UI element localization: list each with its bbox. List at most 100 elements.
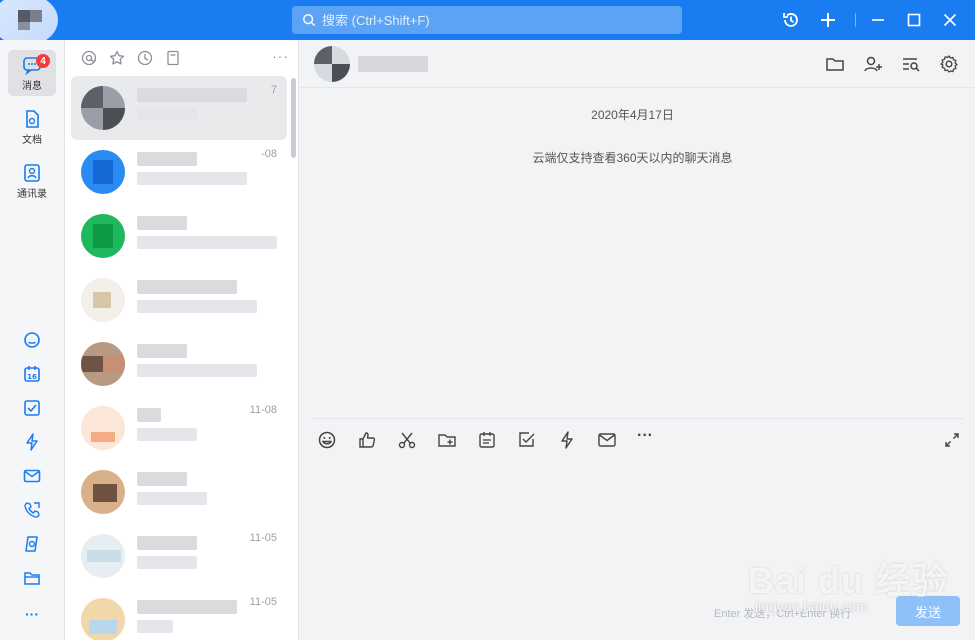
- mail-icon[interactable]: [22, 466, 42, 486]
- message-preview-redacted: [137, 300, 257, 313]
- contact-name-redacted: [137, 344, 187, 358]
- notepad-icon[interactable]: [477, 430, 497, 450]
- mail-icon[interactable]: [597, 430, 617, 450]
- contact-avatar: [81, 342, 125, 386]
- message-time: 11-08: [249, 404, 277, 416]
- search-input[interactable]: [322, 12, 652, 28]
- message-preview-redacted: [137, 492, 207, 505]
- bookmark-icon[interactable]: [165, 50, 181, 66]
- contact-avatar: [81, 150, 125, 194]
- search-box[interactable]: [292, 6, 682, 34]
- expand-icon[interactable]: [944, 432, 960, 448]
- more-icon[interactable]: ···: [637, 427, 657, 447]
- contact-name-redacted: [137, 280, 237, 294]
- list-item[interactable]: 11-05: [71, 524, 287, 588]
- chat-title-redacted: [358, 56, 428, 72]
- contact-name-redacted: [137, 600, 237, 614]
- list-toolbar: ···: [65, 40, 299, 76]
- compose-divider: [312, 418, 963, 419]
- more-icon[interactable]: ···: [22, 604, 42, 624]
- list-item[interactable]: 7: [71, 76, 287, 140]
- message-preview-redacted: [137, 236, 277, 249]
- contact-name-redacted: [137, 408, 161, 422]
- folder-add-icon[interactable]: [437, 430, 457, 450]
- chat-avatar[interactable]: [314, 46, 350, 82]
- rail-item-label: 消息: [22, 80, 42, 92]
- folder-icon[interactable]: [22, 568, 42, 588]
- lightning-icon[interactable]: [557, 430, 577, 450]
- list-item[interactable]: [71, 332, 287, 396]
- baidu-watermark-url: jingyan.baidu.com: [755, 598, 868, 614]
- message-time: -08: [261, 148, 277, 160]
- list-item[interactable]: [71, 268, 287, 332]
- clock-icon[interactable]: [137, 50, 153, 66]
- list-item[interactable]: [71, 204, 287, 268]
- toolbar-separator: [855, 13, 856, 27]
- list-item[interactable]: [71, 460, 287, 524]
- list-scrollbar[interactable]: [291, 78, 296, 158]
- phone-call-icon[interactable]: [22, 500, 42, 520]
- contact-avatar: [81, 598, 125, 640]
- message-preview-redacted: [137, 172, 247, 185]
- message-time: 11-05: [249, 596, 277, 608]
- checkbox-icon[interactable]: [517, 430, 537, 450]
- minimize-icon[interactable]: [866, 8, 890, 32]
- rail-item-documents[interactable]: 文档: [8, 104, 56, 150]
- contact-avatar: [81, 406, 125, 450]
- contact-name-redacted: [137, 216, 187, 230]
- star-icon[interactable]: [109, 50, 125, 66]
- drive-icon[interactable]: [22, 534, 42, 554]
- plus-icon[interactable]: [816, 8, 840, 32]
- search-history-icon[interactable]: [901, 54, 921, 74]
- contact-avatar: [81, 214, 125, 258]
- contact-name-redacted: [137, 152, 197, 166]
- baidu-watermark-logo: Bai du 经验: [748, 560, 950, 601]
- message-preview-redacted: [137, 428, 197, 441]
- close-icon[interactable]: [938, 8, 962, 32]
- contact-avatar: [81, 86, 125, 130]
- message-preview-redacted: [137, 620, 173, 633]
- list-item[interactable]: -08: [71, 140, 287, 204]
- calendar-icon[interactable]: 16: [22, 364, 42, 384]
- calendar-day: 16: [27, 373, 37, 381]
- cloud-icon[interactable]: [22, 330, 42, 350]
- contact-avatar: [81, 278, 125, 322]
- list-item[interactable]: 11-05: [71, 588, 287, 640]
- contact-avatar: [81, 534, 125, 578]
- conversation-list: ··· 7 -08 11-08 11-05 11-05: [65, 40, 299, 640]
- lightning-icon[interactable]: [22, 432, 42, 452]
- rail-item-label: 通讯录: [17, 188, 47, 200]
- history-notice: 云端仅支持查看360天以内的聊天消息: [532, 151, 733, 165]
- message-date: 2020年4月17日: [591, 108, 674, 122]
- add-member-icon[interactable]: [863, 54, 883, 74]
- document-icon: [26, 109, 39, 128]
- rail-item-messages[interactable]: 消息 4: [8, 50, 56, 96]
- message-preview-redacted: [137, 108, 197, 121]
- list-item[interactable]: 11-08: [71, 396, 287, 460]
- scissors-icon[interactable]: [397, 430, 417, 450]
- at-icon[interactable]: [81, 50, 97, 66]
- rail-item-label: 文档: [22, 134, 42, 146]
- chat-pane: 2020年4月17日 云端仅支持查看360天以内的聊天消息 ··· Enter …: [300, 40, 975, 640]
- contact-avatar: [81, 470, 125, 514]
- chat-header: [300, 40, 975, 88]
- folder-icon[interactable]: [825, 54, 845, 74]
- contact-name-redacted: [137, 472, 187, 486]
- list-more-icon[interactable]: ···: [272, 48, 289, 64]
- thumbs-up-icon[interactable]: [357, 430, 377, 450]
- message-time: 7: [270, 84, 277, 96]
- compose-toolbar: ···: [300, 427, 975, 452]
- task-check-icon[interactable]: [22, 398, 42, 418]
- contacts-icon: [24, 163, 40, 182]
- maximize-icon[interactable]: [902, 8, 926, 32]
- history-clock-icon[interactable]: [779, 8, 803, 32]
- settings-gear-icon[interactable]: [939, 54, 959, 74]
- contact-name-redacted: [137, 88, 247, 102]
- user-avatar[interactable]: [0, 0, 58, 40]
- contact-name-redacted: [137, 536, 197, 550]
- title-bar: [0, 0, 975, 40]
- emoji-icon[interactable]: [317, 430, 337, 450]
- message-preview-redacted: [137, 364, 257, 377]
- left-rail: 消息 4 文档 通讯录 16 ···: [0, 40, 65, 640]
- rail-item-contacts[interactable]: 通讯录: [8, 158, 56, 204]
